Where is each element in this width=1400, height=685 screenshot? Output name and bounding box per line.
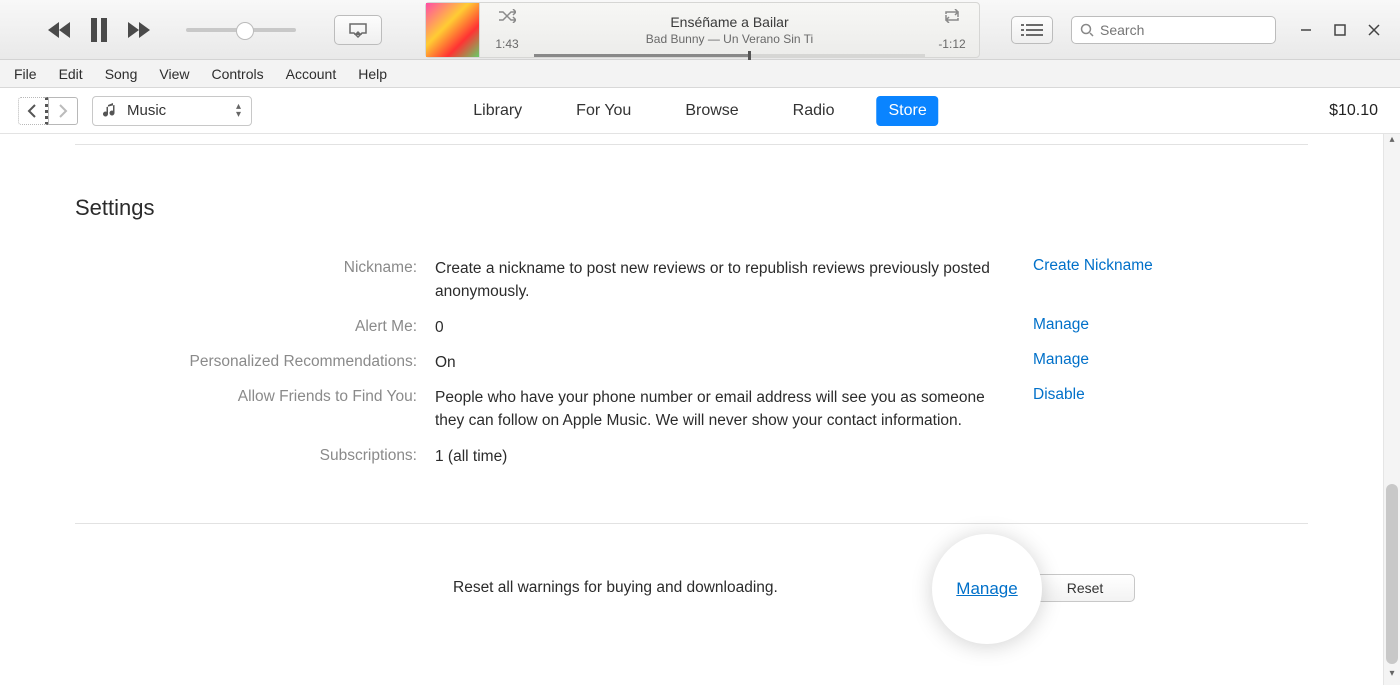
- airplay-button[interactable]: [334, 15, 382, 45]
- playback-bar: 1:43 Enséñame a Bailar Bad Bunny — Un Ve…: [0, 0, 1400, 60]
- subscriptions-value: 1 (all time): [435, 445, 995, 468]
- elapsed-time: 1:43: [495, 37, 518, 51]
- nav-history: [18, 97, 78, 125]
- reset-warnings-text: Reset all warnings for buying and downlo…: [453, 579, 778, 597]
- menu-edit[interactable]: Edit: [59, 66, 83, 82]
- menu-help[interactable]: Help: [358, 66, 387, 82]
- friends-value: People who have your phone number or ema…: [435, 386, 995, 433]
- nav-forward-button[interactable]: [48, 97, 78, 125]
- menu-bar: File Edit Song View Controls Account Hel…: [0, 60, 1400, 88]
- tab-store[interactable]: Store: [876, 96, 938, 126]
- subscriptions-label: Subscriptions:: [75, 445, 435, 465]
- row-nickname: Nickname: Create a nickname to post new …: [75, 257, 1308, 304]
- row-recommendations: Personalized Recommendations: On Manage: [75, 351, 1308, 374]
- subscriptions-manage-link[interactable]: Manage: [956, 579, 1017, 599]
- song-title: Enséñame a Bailar: [534, 14, 925, 30]
- remaining-time: -1:12: [938, 37, 965, 51]
- now-playing-lcd: 1:43 Enséñame a Bailar Bad Bunny — Un Ve…: [425, 2, 980, 58]
- alert-me-value: 0: [435, 316, 995, 339]
- scroll-up-arrow[interactable]: ▴: [1384, 134, 1400, 151]
- store-tabs: Library For You Browse Radio Store: [461, 96, 938, 126]
- lcd-center[interactable]: Enséñame a Bailar Bad Bunny — Un Verano …: [534, 3, 925, 57]
- search-input[interactable]: [1100, 22, 1281, 38]
- divider: [75, 523, 1308, 524]
- menu-view[interactable]: View: [159, 66, 189, 82]
- create-nickname-link[interactable]: Create Nickname: [1033, 257, 1153, 275]
- content-area: Settings Nickname: Create a nickname to …: [0, 134, 1383, 685]
- menu-account[interactable]: Account: [286, 66, 337, 82]
- reset-button[interactable]: Reset: [1035, 574, 1135, 602]
- divider: [75, 144, 1308, 145]
- playback-progress[interactable]: [534, 54, 925, 57]
- minimize-button[interactable]: [1300, 24, 1312, 36]
- playback-controls: [0, 15, 382, 45]
- menu-controls[interactable]: Controls: [211, 66, 263, 82]
- nickname-label: Nickname:: [75, 257, 435, 277]
- song-artist-album: Bad Bunny — Un Verano Sin Ti: [534, 32, 925, 46]
- row-friends: Allow Friends to Find You: People who ha…: [75, 386, 1308, 433]
- tab-browse[interactable]: Browse: [673, 96, 750, 126]
- chevron-updown-icon: ▴▾: [236, 103, 241, 119]
- friends-label: Allow Friends to Find You:: [75, 386, 435, 406]
- settings-page: Settings Nickname: Create a nickname to …: [0, 144, 1383, 597]
- nav-bar: Music ▴▾ Library For You Browse Radio St…: [0, 88, 1400, 134]
- menu-song[interactable]: Song: [105, 66, 138, 82]
- music-note-icon: [103, 103, 117, 119]
- maximize-button[interactable]: [1334, 24, 1346, 36]
- up-next-button[interactable]: [1011, 16, 1053, 44]
- repeat-icon[interactable]: [943, 9, 961, 23]
- next-track-button[interactable]: [126, 21, 150, 39]
- nav-back-button[interactable]: [18, 97, 48, 125]
- scroll-thumb[interactable]: [1386, 484, 1398, 664]
- recommendations-manage-link[interactable]: Manage: [1033, 351, 1089, 369]
- tab-library[interactable]: Library: [461, 96, 534, 126]
- search-icon: [1080, 23, 1094, 37]
- search-field[interactable]: [1071, 16, 1276, 44]
- recommendations-value: On: [435, 351, 995, 374]
- media-picker-label: Music: [127, 102, 166, 119]
- tab-radio[interactable]: Radio: [781, 96, 847, 126]
- alert-me-label: Alert Me:: [75, 316, 435, 336]
- friends-disable-link[interactable]: Disable: [1033, 386, 1085, 404]
- close-button[interactable]: [1368, 24, 1380, 36]
- menu-file[interactable]: File: [14, 66, 37, 82]
- volume-slider[interactable]: [186, 28, 296, 32]
- tab-for-you[interactable]: For You: [564, 96, 643, 126]
- account-balance[interactable]: $10.10: [1329, 102, 1378, 120]
- alert-me-manage-link[interactable]: Manage: [1033, 316, 1089, 334]
- row-alert-me: Alert Me: 0 Manage: [75, 316, 1308, 339]
- nickname-value: Create a nickname to post new reviews or…: [435, 257, 995, 304]
- vertical-scrollbar[interactable]: ▴ ▾: [1383, 134, 1400, 685]
- scroll-down-arrow[interactable]: ▾: [1384, 668, 1400, 685]
- recommendations-label: Personalized Recommendations:: [75, 351, 435, 371]
- window-controls: [1300, 24, 1380, 36]
- shuffle-icon[interactable]: [498, 9, 516, 23]
- media-picker[interactable]: Music ▴▾: [92, 96, 252, 126]
- previous-track-button[interactable]: [48, 21, 72, 39]
- row-reset-warnings: Reset all warnings for buying and downlo…: [75, 579, 1308, 597]
- lcd-left-controls: 1:43: [480, 3, 534, 57]
- row-subscriptions: Subscriptions: 1 (all time): [75, 445, 1308, 468]
- pause-button[interactable]: [90, 18, 108, 42]
- topbar-right: [1011, 0, 1400, 60]
- settings-heading: Settings: [75, 195, 1308, 221]
- lcd-right-controls: -1:12: [925, 3, 979, 57]
- album-art[interactable]: [426, 3, 480, 57]
